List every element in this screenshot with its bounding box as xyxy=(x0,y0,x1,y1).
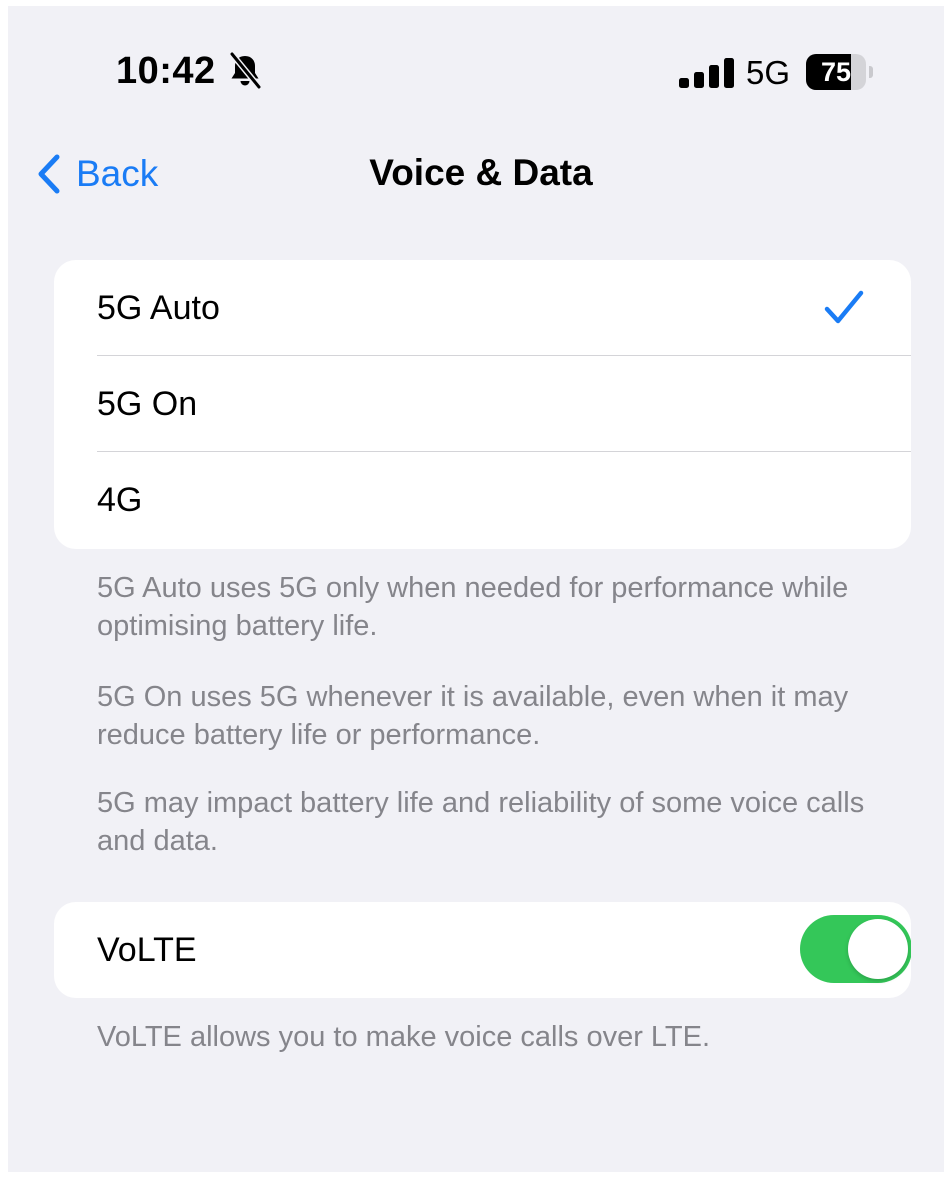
checkmark-icon xyxy=(824,290,864,324)
note-5g-on: 5G On uses 5G whenever it is available, … xyxy=(97,681,849,751)
battery-body: 75 xyxy=(806,54,866,90)
status-bar: 10:42 5G 75 xyxy=(8,6,944,126)
toggle-knob xyxy=(848,919,908,979)
volte-group: VoLTE xyxy=(54,902,911,998)
settings-screen: 10:42 5G 75 Back Voice & Data 5G Auto 5G… xyxy=(8,6,944,1172)
note-5g-auto: 5G Auto uses 5G only when needed for per… xyxy=(97,572,849,642)
cellular-signal-icon xyxy=(679,58,734,88)
volte-label: VoLTE xyxy=(97,930,197,969)
bell-slash-icon xyxy=(229,52,262,90)
option-4g[interactable]: 4G xyxy=(54,452,911,548)
network-mode-list: 5G Auto 5G On 4G xyxy=(54,260,911,549)
status-time: 10:42 xyxy=(116,50,216,92)
battery-icon: 75 xyxy=(806,54,874,90)
page-title: Voice & Data xyxy=(369,152,593,193)
option-label: 5G Auto xyxy=(97,288,220,327)
option-5g-on[interactable]: 5G On xyxy=(54,356,911,452)
network-type-label: 5G xyxy=(746,54,791,91)
volte-row: VoLTE xyxy=(54,902,911,998)
option-label: 5G On xyxy=(97,384,198,423)
battery-tip xyxy=(869,66,873,78)
volte-toggle[interactable] xyxy=(800,915,911,983)
note-volte: VoLTE allows you to make voice calls ove… xyxy=(97,1021,711,1053)
note-5g-impact: 5G may impact battery life and reliabili… xyxy=(97,787,865,857)
battery-level: 75 xyxy=(820,57,852,87)
option-label: 4G xyxy=(97,480,143,519)
option-5g-auto[interactable]: 5G Auto xyxy=(54,260,911,356)
